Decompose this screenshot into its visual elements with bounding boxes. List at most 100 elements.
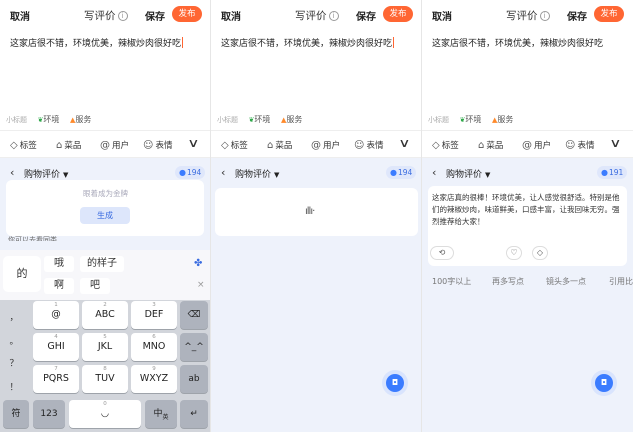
refresh-icon: ⟲ (438, 248, 446, 257)
toolbar-user[interactable]: @ 用户 (311, 139, 340, 151)
ab-key[interactable]: ab (180, 365, 208, 393)
tag-environment[interactable]: ❦环境 (38, 115, 60, 124)
save-button[interactable]: 保存 (567, 8, 587, 23)
info-icon[interactable]: i (117, 11, 128, 21)
emoji-icon: ☺ (354, 140, 365, 151)
small-title-tag[interactable]: 小标题 (6, 116, 27, 124)
chevron-down-icon[interactable]: ∨ (398, 136, 410, 150)
toolbar-user[interactable]: @ 用户 (522, 139, 551, 151)
key-3[interactable]: 3 DEF (131, 301, 177, 329)
key-8[interactable]: 8 TUV (82, 365, 128, 393)
small-title-tag[interactable]: 小标题 (428, 116, 449, 124)
key-1[interactable]: 1 @ (33, 301, 79, 329)
ai-assistant-icon[interactable]: ◘ (595, 374, 613, 392)
space-key[interactable]: 0 ◡ (69, 400, 141, 428)
toolbar-tag[interactable]: ◇ 标签 (221, 139, 248, 151)
candidate-word[interactable]: 的样子 (80, 256, 124, 272)
backspace-key[interactable]: ⌫ (180, 301, 208, 329)
dish-icon: ⌂ (267, 140, 274, 151)
cancel-button[interactable]: 取消 (221, 8, 241, 23)
publish-button[interactable]: 发布 (383, 6, 413, 22)
suggestion-chip[interactable]: 再多写点 (492, 276, 524, 287)
toolbar-dish[interactable]: ⌂ 菜品 (56, 139, 81, 151)
save-button[interactable]: 保存 (356, 8, 376, 23)
tag-environment[interactable]: ❦环境 (460, 115, 482, 124)
generate-button[interactable]: 生成 (80, 207, 130, 224)
punct-key[interactable]: 。 (3, 334, 25, 347)
emoji-keyboard-icon[interactable]: ✤ (194, 258, 202, 269)
back-icon[interactable]: ‹ (432, 166, 436, 179)
candidate-word[interactable]: 哦 (44, 256, 74, 272)
suggestion-chip[interactable]: 100字以上 (432, 276, 471, 287)
toolbar-user[interactable]: @ 用户 (100, 139, 129, 151)
toolbar-emoji[interactable]: ☺ 表情 (565, 139, 594, 151)
review-input[interactable]: 这家店很不错，环境优美，辣椒炒肉很好吃 (432, 36, 603, 49)
back-icon[interactable]: ‹ (221, 166, 225, 179)
panel-keyboard-input: 取消 写评价 i 保存 发布 这家店很不错，环境优美，辣椒炒肉很好吃 小标题 ❦环… (0, 0, 211, 432)
save-button[interactable]: 保存 (145, 8, 165, 23)
toolbar-tag[interactable]: ◇ 标签 (10, 139, 37, 151)
key-4[interactable]: 4 GHI (33, 333, 79, 361)
ai-mode-selector[interactable]: 购物评价 ▼ (446, 167, 490, 180)
tag-row: 小标题 ❦环境 ▲服务 (428, 114, 521, 125)
chevron-down-icon[interactable]: ∨ (187, 136, 199, 150)
emoticon-key[interactable]: ^_^ (180, 333, 208, 361)
suggestion-chip[interactable]: 镜头多一点 (546, 276, 586, 287)
candidate-word[interactable]: 吧 (80, 278, 110, 294)
toolbar-emoji[interactable]: ☺ 表情 (354, 139, 383, 151)
tag-environment[interactable]: ❦环境 (249, 115, 271, 124)
panel-voice-generating: 取消 写评价 i 保存 发布 这家店很不错，环境优美，辣椒炒肉很好吃 小标题 ❦环… (211, 0, 422, 432)
tag-service[interactable]: ▲服务 (70, 115, 91, 124)
info-icon[interactable]: i (328, 11, 339, 21)
cancel-button[interactable]: 取消 (10, 8, 30, 23)
key-7[interactable]: 7 PQRS (33, 365, 79, 393)
caret-down-icon: ▼ (63, 171, 69, 179)
toolbar-emoji[interactable]: ☺ 表情 (143, 139, 172, 151)
ai-assistant-icon[interactable]: ◘ (386, 374, 404, 392)
ai-mode-selector[interactable]: 购物评价 ▼ (235, 167, 279, 180)
small-title-tag[interactable]: 小标题 (217, 116, 238, 124)
punct-key[interactable]: ， (3, 310, 25, 323)
drop-icon: ● (390, 168, 397, 177)
candidate-word[interactable]: 啊 (44, 278, 74, 294)
thumbs-down-button[interactable]: ◇ (532, 246, 548, 260)
key-5[interactable]: 5 JKL (82, 333, 128, 361)
thumbs-up-button[interactable]: ♡ (506, 246, 522, 260)
language-key[interactable]: 中英 (145, 400, 177, 428)
refresh-button[interactable]: ⟲ (430, 246, 454, 260)
thumbs-down-icon: ◇ (536, 248, 544, 257)
ai-mode-selector[interactable]: 购物评价 ▼ (24, 167, 68, 180)
text-cursor (393, 37, 395, 48)
review-input[interactable]: 这家店很不错，环境优美，辣椒炒肉很好吃 (10, 36, 184, 49)
punct-key[interactable]: ！ (3, 380, 25, 393)
publish-button[interactable]: 发布 (594, 6, 624, 22)
generated-review-text[interactable]: 这家店真的很棒！环境优美，让人感觉很舒适。特别是他们的辣椒炒肉，味道鲜美，口感丰… (432, 192, 622, 228)
punct-key[interactable]: ？ (3, 356, 25, 369)
symbol-key[interactable]: 符 (3, 400, 29, 428)
toolbar-dish[interactable]: ⌂ 菜品 (267, 139, 292, 151)
chevron-down-icon[interactable]: ∨ (609, 136, 621, 150)
partial-text: 你可以去看同类 (8, 236, 57, 241)
key-9[interactable]: 9 WXYZ (131, 365, 177, 393)
review-input[interactable]: 这家店很不错，环境优美，辣椒炒肉很好吃 (221, 36, 395, 49)
toolbar-tag[interactable]: ◇ 标签 (432, 139, 459, 151)
tag-service[interactable]: ▲服务 (492, 115, 513, 124)
number-key[interactable]: 123 (33, 400, 65, 428)
enter-key[interactable]: ↵ (180, 400, 208, 428)
cancel-button[interactable]: 取消 (432, 8, 452, 23)
key-6[interactable]: 6 MNO (131, 333, 177, 361)
publish-button[interactable]: 发布 (172, 6, 202, 22)
candidate-main[interactable]: 的 (3, 256, 41, 292)
thumbs-up-icon: ♡ (510, 248, 518, 257)
info-icon[interactable]: i (539, 11, 550, 21)
suggestion-chip[interactable]: 引用比 (609, 276, 633, 287)
close-icon[interactable]: × (197, 280, 205, 290)
tag-service[interactable]: ▲服务 (281, 115, 302, 124)
key-2[interactable]: 2 ABC (82, 301, 128, 329)
back-icon[interactable]: ‹ (10, 166, 14, 179)
tag-icon: ◇ (221, 140, 229, 151)
generating-card (215, 188, 418, 236)
credit-badge: ●191 (597, 166, 628, 179)
dish-icon: ⌂ (478, 140, 485, 151)
toolbar-dish[interactable]: ⌂ 菜品 (478, 139, 503, 151)
